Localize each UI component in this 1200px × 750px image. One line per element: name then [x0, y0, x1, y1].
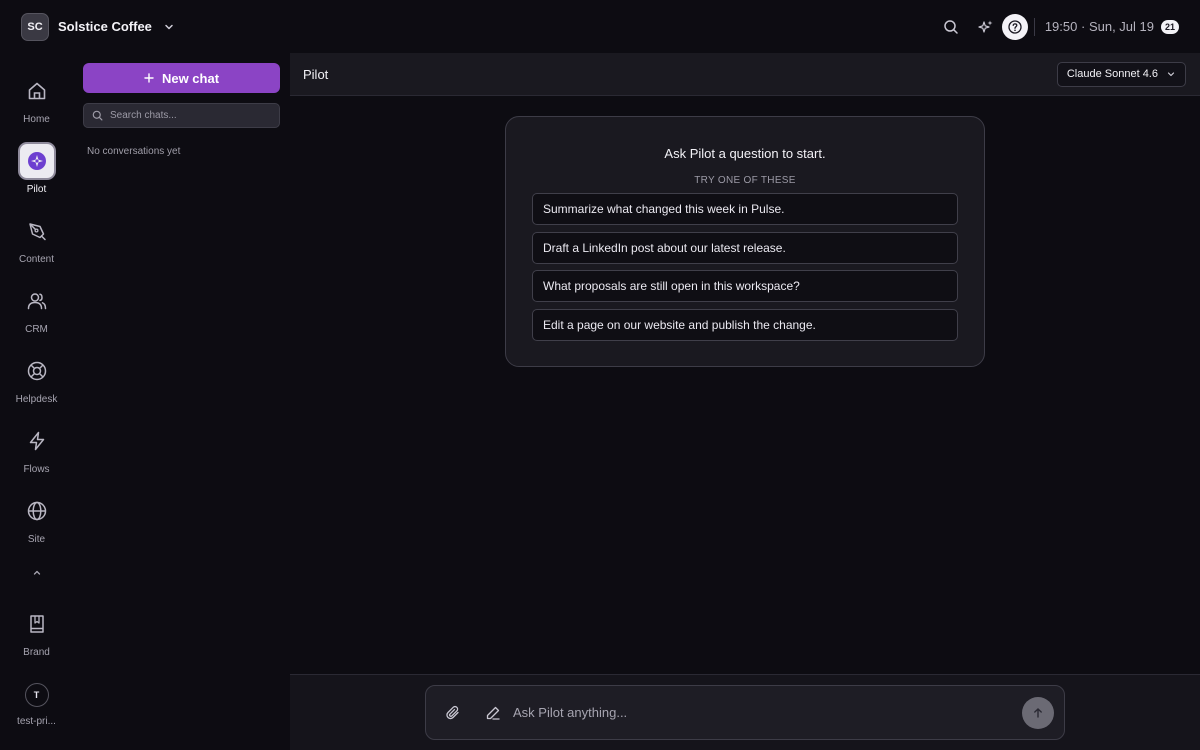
pencil-icon[interactable]: [483, 703, 503, 723]
nav-label: Content: [18, 254, 55, 265]
send-button[interactable]: [1022, 697, 1054, 729]
pen-nib-icon: [18, 212, 56, 250]
notification-badge[interactable]: 21: [1161, 19, 1179, 34]
chevron-down-icon: [1166, 69, 1176, 79]
main-header: Pilot Claude Sonnet 4.6: [290, 53, 1200, 96]
nav-label: Brand: [23, 647, 50, 658]
workspace-avatar: SC: [21, 12, 49, 41]
nav-item-flows[interactable]: Flows: [0, 422, 73, 475]
nav-rail: Home Pilot Content CRM Helpdesk Flows Si…: [0, 53, 73, 750]
card-title: Ask Pilot a question to start.: [664, 146, 826, 161]
card-subtitle: TRY ONE OF THESE: [694, 175, 796, 186]
starter-prompts-card: Ask Pilot a question to start. TRY ONE O…: [505, 116, 985, 367]
nav-label: Site: [27, 534, 46, 545]
nav-item-crm[interactable]: CRM: [0, 282, 73, 335]
nav-label: CRM: [25, 324, 48, 335]
avatar: T: [24, 683, 49, 707]
user-label: test-pri...: [17, 716, 56, 727]
nav-item-pilot[interactable]: Pilot: [0, 142, 73, 195]
nav-label: Helpdesk: [15, 394, 58, 405]
pilot-icon: [17, 142, 56, 180]
globe-icon: [18, 492, 56, 530]
main-area: Pilot Claude Sonnet 4.6 Ask Pilot a ques…: [290, 53, 1200, 750]
new-chat-label: New chat: [161, 70, 220, 86]
chat-list-panel: New chat No conversations yet: [73, 53, 290, 750]
nav-item-content[interactable]: Content: [0, 212, 73, 265]
workspace-switcher[interactable]: SC Solstice Coffee: [21, 12, 175, 41]
suggestion-button[interactable]: Edit a page on our website and publish t…: [532, 308, 958, 341]
lifebuoy-icon: [18, 352, 56, 390]
book-icon: [18, 605, 56, 643]
suggestion-button[interactable]: Summarize what changed this week in Puls…: [532, 193, 958, 225]
arrow-up-icon: [1032, 707, 1044, 719]
plus-icon: [144, 73, 154, 83]
composer-area: [290, 675, 1200, 750]
lightning-icon: [18, 422, 56, 460]
workspace-name: Solstice Coffee: [58, 19, 152, 34]
suggestion-list: Summarize what changed this week in Puls…: [532, 193, 958, 347]
chevron-down-icon: [163, 21, 175, 33]
new-chat-button[interactable]: New chat: [83, 63, 280, 93]
clock: 19:50 · Sun, Jul 19: [1045, 19, 1154, 34]
date-text: Sun, Jul 19: [1088, 19, 1154, 34]
page-title: Pilot: [303, 66, 329, 82]
nav-item-brand[interactable]: Brand: [0, 605, 73, 658]
home-icon: [18, 72, 56, 110]
model-name: Claude Sonnet 4.6: [1066, 68, 1158, 80]
help-icon[interactable]: [1001, 13, 1028, 40]
top-bar: SC Solstice Coffee 19:50 · Sun, Jul 19 2…: [0, 0, 1200, 53]
user-menu[interactable]: T test-pri...: [0, 683, 73, 727]
sparkles-icon[interactable]: [974, 15, 998, 39]
nav-label: Flows: [23, 464, 50, 475]
time-separator: ·: [1080, 19, 1086, 34]
message-input[interactable]: [513, 705, 993, 720]
nav-label: Home: [23, 114, 50, 125]
empty-state-text: No conversations yet: [87, 146, 181, 157]
composer: [425, 685, 1065, 740]
top-right-controls: 19:50 · Sun, Jul 19 21: [939, 13, 1179, 40]
search-icon[interactable]: [939, 15, 963, 39]
suggestion-button[interactable]: Draft a LinkedIn post about our latest r…: [532, 231, 958, 264]
nav-item-helpdesk[interactable]: Helpdesk: [0, 352, 73, 405]
search-chats-field[interactable]: [83, 103, 280, 128]
nav-label: Pilot: [26, 184, 47, 195]
paperclip-icon[interactable]: [443, 703, 463, 723]
nav-item-site[interactable]: Site: [0, 492, 73, 545]
search-chats-input[interactable]: [110, 110, 270, 121]
model-selector[interactable]: Claude Sonnet 4.6: [1056, 61, 1186, 87]
divider: [1033, 17, 1035, 36]
time-text: 19:50: [1044, 19, 1078, 34]
nav-item-home[interactable]: Home: [0, 72, 73, 125]
chevron-up-icon[interactable]: [27, 565, 47, 581]
users-icon: [18, 282, 56, 320]
suggestion-button[interactable]: What proposals are still open in this wo…: [532, 270, 958, 302]
search-icon: [92, 110, 103, 121]
